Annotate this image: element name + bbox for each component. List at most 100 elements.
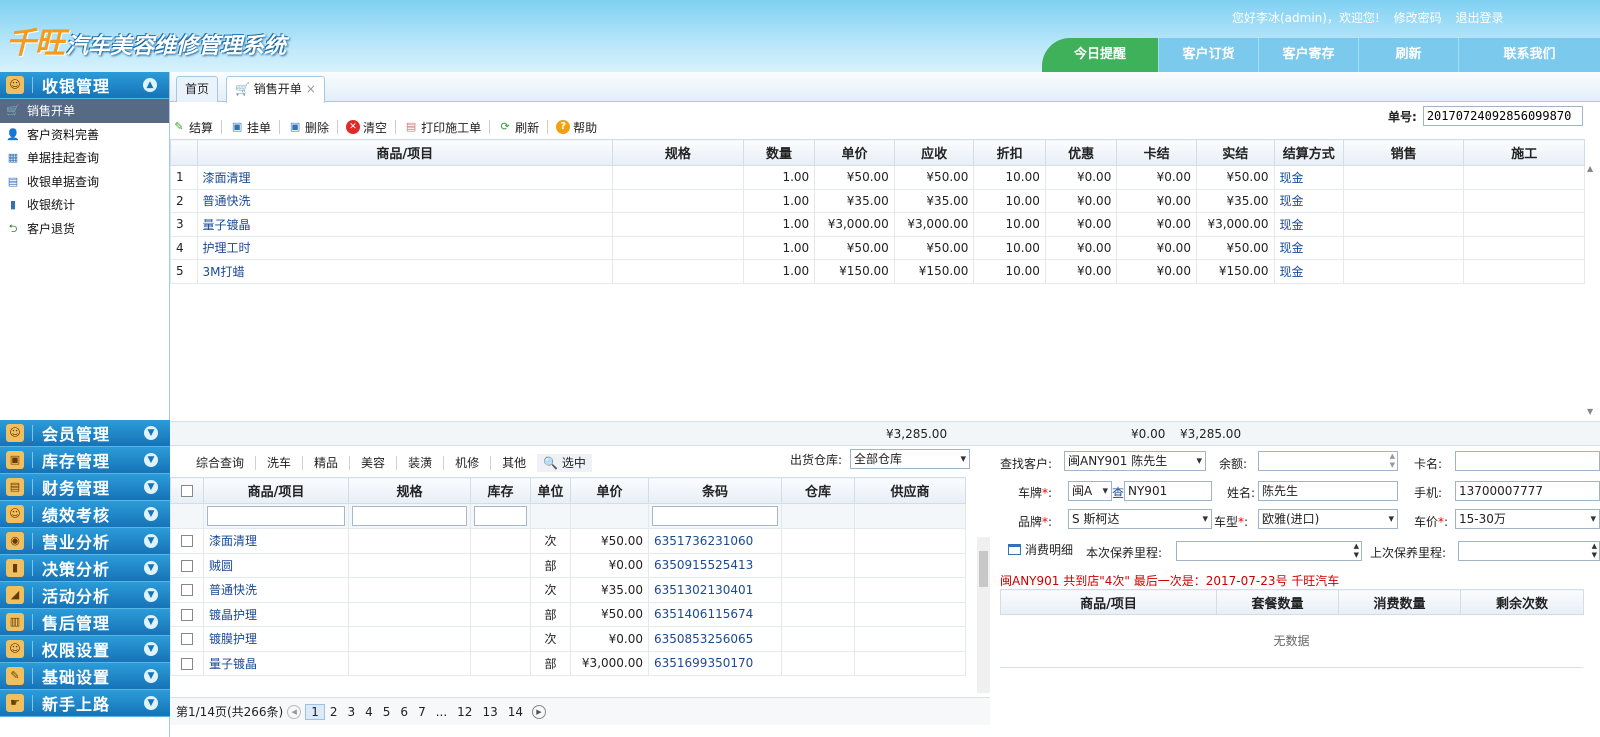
filter-item-input[interactable] <box>207 506 345 526</box>
close-icon[interactable]: × <box>306 82 316 96</box>
table-row[interactable]: 5 3M打蜡 1.00 ¥150.00 ¥150.00 10.00 ¥0.00 ¥0.00 ¥1… <box>170 259 1585 284</box>
filter-spec-input[interactable] <box>352 506 467 526</box>
cat-all[interactable]: 综合查询 <box>170 456 257 470</box>
card-name-field[interactable] <box>1455 451 1600 471</box>
nav-contact-us[interactable]: 联系我们 <box>1458 38 1600 72</box>
module-basic-settings[interactable]: ✎ 基础设置 ▼ <box>0 663 170 690</box>
plate-number-field[interactable]: NY901 <box>1124 481 1212 501</box>
module-business-analysis[interactable]: ◉ 营业分析 ▼ <box>0 528 170 555</box>
sidebar-item-receipt-query[interactable]: ▤ 收银单据查询 <box>0 170 169 194</box>
list-item[interactable]: 量子镀晶 部 ¥3,000.00 6351699350170 <box>170 650 966 676</box>
row-checkbox[interactable] <box>181 535 193 548</box>
nav-refresh[interactable]: 刷新 <box>1358 38 1458 72</box>
balance-field[interactable]: ▲ ▼ <box>1258 451 1398 471</box>
module-cashier[interactable]: ☺ 收银管理 ▲ <box>0 72 169 99</box>
filter-stock-input[interactable] <box>474 506 527 526</box>
delete-button[interactable]: ▣ 删除 <box>286 119 331 136</box>
page-link[interactable]: 7 <box>413 705 431 719</box>
sidebar-item-cashier-stats[interactable]: ▮ 收银统计 <box>0 193 169 217</box>
select-button[interactable]: 🔍 选中 <box>537 454 592 472</box>
module-finance[interactable]: ▤ 财务管理 ▼ <box>0 474 170 501</box>
consumption-detail-button[interactable]: 消费明细 <box>1008 541 1073 558</box>
sidebar-item-customer-info[interactable]: 👤 客户资料完善 <box>0 123 169 147</box>
row-checkbox[interactable] <box>181 559 193 572</box>
page-link[interactable]: 1 <box>305 703 325 720</box>
page-link[interactable]: ... <box>431 705 452 719</box>
this-mileage-field[interactable]: ▲ ▼ <box>1176 541 1362 561</box>
page-link[interactable]: 3 <box>343 705 361 719</box>
nav-today-reminder[interactable]: 今日提醒 <box>1042 38 1158 72</box>
scroll-down-icon[interactable]: ▼ <box>1587 407 1593 416</box>
warehouse-select[interactable]: 全部仓库 <box>850 449 970 469</box>
sidebar-item-customer-return[interactable]: ⮌ 客户退货 <box>0 217 169 241</box>
model-select[interactable]: 欧雅(进口) <box>1258 509 1398 529</box>
cat-boutique[interactable]: 精品 <box>303 456 351 470</box>
suspend-button[interactable]: ▣ 挂单 <box>228 119 273 136</box>
page-link[interactable]: 2 <box>325 705 343 719</box>
tab-home[interactable]: 首页 <box>176 76 219 102</box>
row-checkbox[interactable] <box>181 657 193 670</box>
table-row[interactable]: 2 普通快洗 1.00 ¥35.00 ¥35.00 10.00 ¥0.00 ¥0.00 ¥35.… <box>170 188 1585 213</box>
table-row[interactable]: 3 量子镀晶 1.00 ¥3,000.00 ¥3,000.00 10.00 ¥0.00 ¥0.… <box>170 212 1585 237</box>
scroll-up-icon[interactable]: ▲ <box>1587 164 1593 173</box>
cat-beauty[interactable]: 美容 <box>350 456 398 470</box>
plate-check-link[interactable]: 查 <box>1112 484 1124 501</box>
nav-customer-storage[interactable]: 客户寄存 <box>1258 38 1358 72</box>
row-checkbox[interactable] <box>181 633 193 646</box>
list-item[interactable]: 镀膜护理 次 ¥0.00 6350853256065 <box>170 626 966 652</box>
change-password-link[interactable]: 修改密码 <box>1394 11 1442 25</box>
cat-repair[interactable]: 机修 <box>444 456 492 470</box>
order-number-field[interactable] <box>1422 106 1583 126</box>
refresh-button[interactable]: ⟳ 刷新 <box>496 119 541 136</box>
row-checkbox[interactable] <box>181 608 193 621</box>
table-row[interactable]: 4 护理工时 1.00 ¥50.00 ¥50.00 10.00 ¥0.00 ¥0.00 ¥50.… <box>170 235 1585 260</box>
prev-page-icon[interactable]: ◀ <box>287 704 302 719</box>
settle-button[interactable]: ✎ 结算 <box>170 119 215 136</box>
car-price-select[interactable]: 15-30万 <box>1455 509 1600 529</box>
module-beginner-guide[interactable]: ☛ 新手上路 ▼ <box>0 690 170 717</box>
clear-button[interactable]: ✕ 清空 <box>344 119 389 136</box>
module-member[interactable]: ☺ 会员管理 ▼ <box>0 420 170 447</box>
cat-wash[interactable]: 洗车 <box>256 456 304 470</box>
list-item[interactable]: 普通快洗 次 ¥35.00 6351302130401 <box>170 577 966 603</box>
list-item[interactable]: 贼圆 部 ¥0.00 6350915525413 <box>170 552 966 578</box>
find-customer-select[interactable]: 闽ANY901 陈先生 <box>1064 451 1206 471</box>
logout-link[interactable]: 退出登录 <box>1455 11 1503 25</box>
page-link[interactable]: 14 <box>503 705 528 719</box>
page-link[interactable]: 12 <box>452 705 477 719</box>
nav-customer-orders[interactable]: 客户订货 <box>1158 38 1258 72</box>
page-link[interactable]: 4 <box>360 705 378 719</box>
filter-barcode-input[interactable] <box>652 506 778 526</box>
list-item[interactable]: 镀晶护理 部 ¥50.00 6351406115674 <box>170 601 966 627</box>
page-link[interactable]: 5 <box>378 705 396 719</box>
page-link[interactable]: 6 <box>395 705 413 719</box>
list-item[interactable]: 漆面清理 次 ¥50.00 6351736231060 <box>170 528 966 554</box>
module-decision-analysis[interactable]: ▮ 决策分析 ▼ <box>0 555 170 582</box>
plate-prefix-select[interactable]: 闽A <box>1068 481 1112 501</box>
module-permissions[interactable]: ☺ 权限设置 ▼ <box>0 636 170 663</box>
scroll-thumb[interactable] <box>979 551 988 587</box>
help-button[interactable]: ? 帮助 <box>554 119 599 136</box>
sidebar-item-sales-order[interactable]: 🛒 销售开单 <box>0 99 169 123</box>
product-scrollbar[interactable] <box>977 537 990 693</box>
sidebar-item-suspended-query[interactable]: ▦ 单据挂起查询 <box>0 146 169 170</box>
last-mileage-field[interactable]: ▲ ▼ <box>1458 541 1600 561</box>
name-field[interactable]: 陈先生 <box>1258 481 1398 501</box>
cat-decoration[interactable]: 装潢 <box>397 456 445 470</box>
row-checkbox[interactable] <box>181 584 193 597</box>
print-work-order-button[interactable]: ▤ 打印施工单 <box>402 119 483 136</box>
tab-sales-order[interactable]: 🛒 销售开单 × <box>226 76 325 103</box>
page-link[interactable]: 13 <box>477 705 502 719</box>
module-after-sales[interactable]: ▥ 售后管理 ▼ <box>0 609 170 636</box>
module-activity-analysis[interactable]: ◢ 活动分析 ▼ <box>0 582 170 609</box>
select-all-checkbox[interactable] <box>181 484 193 497</box>
table-row[interactable]: 1 漆面清理 1.00 ¥50.00 ¥50.00 10.00 ¥0.00 ¥0.00 ¥50.… <box>170 165 1585 190</box>
phone-field[interactable]: 13700007777 <box>1455 481 1600 501</box>
module-inventory[interactable]: ▣ 库存管理 ▼ <box>0 447 170 474</box>
last-mileage-label: 上次保养里程: <box>1370 546 1447 560</box>
cat-other[interactable]: 其他 <box>491 456 537 470</box>
next-page-icon[interactable]: ▶ <box>532 704 546 719</box>
sales-scrollbar[interactable]: ▲ ▼ <box>1587 164 1599 416</box>
brand-select[interactable]: S 斯柯达 <box>1068 509 1212 529</box>
module-performance[interactable]: ☺ 绩效考核 ▼ <box>0 501 170 528</box>
